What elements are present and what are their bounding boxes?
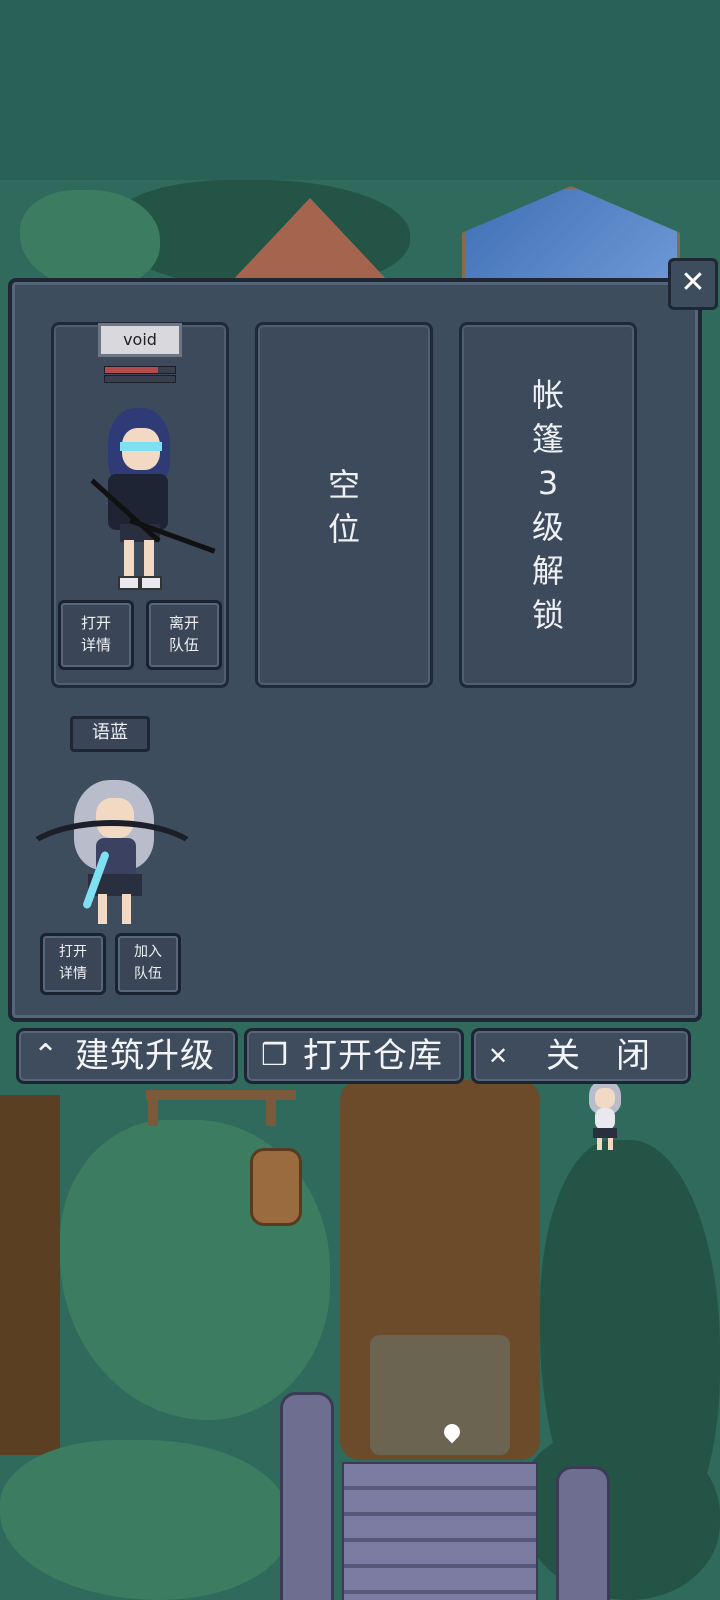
team-slot-3-locked: 帐 篷 3 级 解 锁 — [459, 322, 637, 688]
leave-team-button[interactable]: 离开 队伍 — [146, 600, 222, 670]
slot-locked-text: 解 — [531, 552, 564, 590]
dirt-path-left — [0, 1095, 60, 1455]
wooden-barrel — [250, 1148, 302, 1226]
button-label: 打开仓库 — [303, 1036, 443, 1076]
button-label: 加入 — [134, 944, 162, 960]
building-upgrade-button[interactable]: ⌃ 建筑升级 — [16, 1028, 238, 1084]
stone-pillar — [280, 1392, 334, 1600]
slot-locked-text: 帐 — [531, 376, 564, 414]
stone-floor — [370, 1335, 510, 1455]
button-label: 队伍 — [134, 966, 162, 982]
red-tent — [230, 198, 390, 283]
button-label: 详情 — [59, 966, 87, 982]
slot-empty-text: 位 — [327, 510, 360, 548]
button-label: 离开 — [168, 614, 199, 632]
panel-close-button[interactable]: ✕ — [668, 258, 718, 310]
member-hp-fill — [105, 367, 158, 373]
sky-area — [0, 0, 720, 200]
join-team-button[interactable]: 加入 队伍 — [115, 933, 181, 995]
close-button[interactable]: ✕ 关 闭 — [471, 1028, 691, 1084]
close-icon: ✕ — [488, 1042, 509, 1070]
button-label: 打开 — [80, 614, 111, 632]
boxes-icon: ❒ — [261, 1038, 288, 1073]
close-icon: ✕ — [680, 265, 706, 300]
fence-leg — [266, 1090, 276, 1126]
member-name-tag: void — [98, 323, 182, 357]
slot-empty-text: 空 — [327, 466, 360, 504]
slot-locked-text: 锁 — [531, 596, 564, 634]
slot-locked-text: 篷 — [531, 420, 564, 458]
member-energy-bar — [104, 375, 176, 383]
member-hp-bar — [104, 366, 176, 374]
stone-stairs — [342, 1462, 538, 1600]
open-details-button[interactable]: 打开 详情 — [40, 933, 106, 995]
button-label: 详情 — [80, 636, 111, 654]
fence-leg — [148, 1090, 158, 1126]
button-label: 关 闭 — [546, 1036, 651, 1076]
button-label: 打开 — [59, 944, 87, 960]
candidate-sprite[interactable] — [18, 780, 206, 930]
open-storage-button[interactable]: ❒ 打开仓库 — [244, 1028, 464, 1084]
team-slot-2[interactable]: 空 位 — [255, 322, 433, 688]
npc-character[interactable] — [585, 1080, 625, 1150]
open-details-button[interactable]: 打开 详情 — [58, 600, 134, 670]
button-label: 队伍 — [168, 636, 199, 654]
chevrons-up-icon: ⌃ — [33, 1038, 59, 1073]
stone-pillar — [556, 1466, 610, 1600]
slot-locked-text: 级 — [531, 508, 564, 546]
slot-locked-text: 3 — [537, 464, 559, 502]
member-sprite-void[interactable] — [90, 408, 220, 598]
candidate-name-tag: 语蓝 — [70, 716, 150, 752]
button-label: 建筑升级 — [75, 1036, 215, 1076]
